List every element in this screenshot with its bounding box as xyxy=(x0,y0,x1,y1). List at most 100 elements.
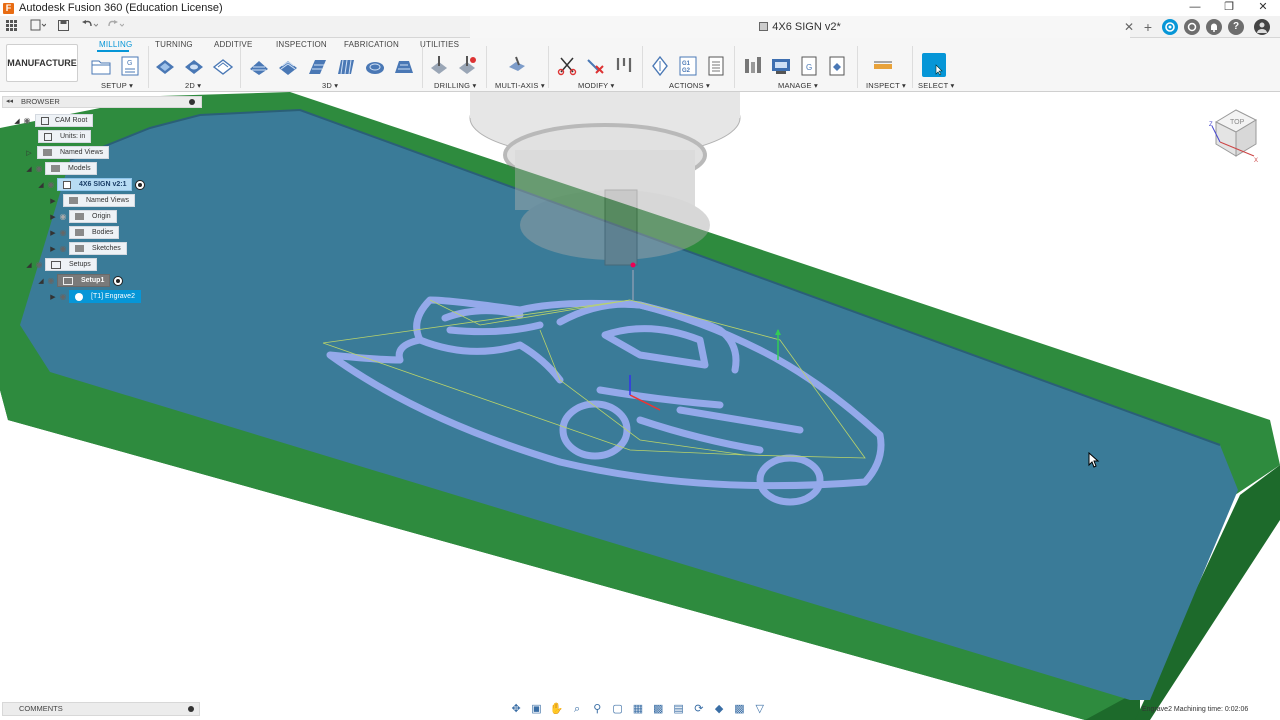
tree-node[interactable]: Origin xyxy=(69,210,117,223)
multi-axis-icon[interactable] xyxy=(506,55,528,77)
pan-hand-icon[interactable]: ✋ xyxy=(550,703,564,715)
3d-adaptive-icon[interactable] xyxy=(248,55,270,77)
tree-node[interactable]: CAM Root xyxy=(35,114,94,127)
zoom-icon[interactable]: ⌕ xyxy=(570,703,584,715)
data-panel-icon[interactable] xyxy=(1162,19,1178,35)
expand-arrow-icon[interactable]: ▶ xyxy=(49,229,57,237)
scissors-icon[interactable] xyxy=(556,55,578,77)
tree-row-model[interactable]: ◢ ◉ 4X6 SIGN v2:1 xyxy=(37,178,146,191)
tree-node[interactable]: Models xyxy=(45,162,97,175)
tree-node[interactable]: 4X6 SIGN v2:1 xyxy=(57,178,133,191)
job-status-icon[interactable] xyxy=(1184,19,1200,35)
tree-row-cam-root[interactable]: ◢ ◉ CAM Root xyxy=(13,114,94,127)
visibility-eye-icon[interactable]: ◉ xyxy=(21,116,33,125)
visual-style-icon[interactable]: ◆ xyxy=(712,703,726,715)
display-settings-icon[interactable]: ▢ xyxy=(611,703,625,715)
group-actions[interactable]: ACTIONS ▾ xyxy=(669,81,710,90)
viewports-icon[interactable]: ▩ xyxy=(651,703,665,715)
tree-row-model-named-views[interactable]: ▶ Named Views xyxy=(49,194,136,207)
grid-settings-icon[interactable]: ▦ xyxy=(631,703,645,715)
group-modify[interactable]: MODIFY ▾ xyxy=(578,81,614,90)
tree-row-named-views[interactable]: ▷ Named Views xyxy=(25,146,110,159)
file-menu-icon[interactable] xyxy=(28,19,48,35)
group-multi-axis[interactable]: MULTI-AXIS ▾ xyxy=(495,81,545,90)
tab-milling[interactable]: MILLING xyxy=(99,40,132,49)
expand-arrow-icon[interactable]: ▶ xyxy=(49,245,57,253)
tree-row-setup1[interactable]: ◢ ◉ Setup1 xyxy=(37,274,124,287)
refresh-icon[interactable]: ⟳ xyxy=(692,703,706,715)
drill-icon[interactable] xyxy=(428,55,450,77)
visibility-eye-icon[interactable]: ◉ xyxy=(33,164,45,173)
visibility-eye-icon[interactable]: ◉ xyxy=(57,212,69,221)
tree-node[interactable]: Named Views xyxy=(37,146,110,159)
tree-row-sketches[interactable]: ▶ ◉ Sketches xyxy=(49,242,127,255)
visibility-eye-icon[interactable]: ◉ xyxy=(57,244,69,253)
new-tab-button[interactable]: + xyxy=(1140,19,1156,35)
post-library-icon[interactable] xyxy=(826,55,848,77)
group-select[interactable]: SELECT ▾ xyxy=(918,81,955,90)
browser-header[interactable]: ◂◂ BROWSER xyxy=(2,96,202,108)
fit-icon[interactable]: ⚲ xyxy=(590,703,604,715)
save-icon[interactable] xyxy=(56,19,70,35)
collapse-arrow-icon[interactable]: ◢ xyxy=(25,165,33,173)
minimize-button[interactable]: — xyxy=(1178,0,1212,16)
group-3d[interactable]: 3D ▾ xyxy=(322,81,338,90)
machine-library-icon[interactable] xyxy=(770,55,792,77)
tree-node[interactable]: Units: in xyxy=(38,130,92,143)
visibility-eye-icon[interactable]: ◉ xyxy=(57,292,69,301)
group-2d[interactable]: 2D ▾ xyxy=(185,81,201,90)
tool-library-icon[interactable] xyxy=(613,55,635,77)
filter-icon[interactable]: ▽ xyxy=(753,703,767,715)
user-avatar[interactable] xyxy=(1254,19,1270,35)
visibility-eye-icon[interactable]: ◉ xyxy=(57,228,69,237)
scallop-icon[interactable] xyxy=(364,55,386,77)
tab-utilities[interactable]: UTILITIES xyxy=(420,40,459,49)
post-process-icon[interactable]: G1 G2 xyxy=(677,55,699,77)
tab-turning[interactable]: TURNING xyxy=(155,40,193,49)
tree-row-units[interactable]: Units: in xyxy=(38,130,92,143)
orbit-icon[interactable]: ✥ xyxy=(509,703,523,715)
setup-sheet-icon[interactable] xyxy=(705,55,727,77)
activate-radio-icon[interactable] xyxy=(113,275,124,286)
visibility-eye-icon[interactable]: ◉ xyxy=(45,276,57,285)
tree-node[interactable]: Sketches xyxy=(69,242,127,255)
collapse-arrow-icon[interactable]: ◢ xyxy=(13,117,21,125)
select-cursor-icon[interactable] xyxy=(922,53,946,77)
group-drilling[interactable]: DRILLING ▾ xyxy=(434,81,476,90)
viewcube[interactable]: TOP Z X xyxy=(1208,104,1260,164)
tree-row-origin[interactable]: ▶ ◉ Origin xyxy=(49,210,117,223)
pin-icon[interactable] xyxy=(189,99,195,105)
tree-node[interactable]: Setup1 xyxy=(57,274,111,287)
help-icon[interactable]: ? xyxy=(1228,19,1244,35)
3d-pocket-icon[interactable] xyxy=(277,55,299,77)
group-manage[interactable]: MANAGE ▾ xyxy=(778,81,818,90)
tree-row-models[interactable]: ◢ ◉ Models xyxy=(25,162,97,175)
collapse-arrow-icon[interactable]: ◢ xyxy=(37,181,45,189)
tree-row-bodies[interactable]: ▶ ◉ Bodies xyxy=(49,226,120,239)
close-button[interactable]: ✕ xyxy=(1246,0,1280,16)
2d-pocket-icon[interactable] xyxy=(183,55,205,77)
document-tab[interactable]: 4X6 SIGN v2* xyxy=(470,16,1130,38)
face-icon[interactable] xyxy=(212,55,234,77)
redo-icon[interactable] xyxy=(104,19,126,35)
tree-node[interactable]: Setups xyxy=(45,258,97,271)
tree-row-engrave[interactable]: ▶ ◉ [T1] Engrave2 xyxy=(49,290,141,303)
hole-recognition-icon[interactable] xyxy=(456,55,478,77)
pin-icon[interactable] xyxy=(188,706,194,712)
expand-arrow-icon[interactable]: ▶ xyxy=(49,213,57,221)
template-library-icon[interactable]: G xyxy=(798,55,820,77)
2d-adaptive-icon[interactable] xyxy=(154,55,176,77)
comments-panel[interactable]: COMMENTS xyxy=(2,702,200,716)
parallel-icon[interactable] xyxy=(335,55,357,77)
undo-icon[interactable] xyxy=(78,19,100,35)
tool-library-manage-icon[interactable] xyxy=(742,55,764,77)
tab-additive[interactable]: ADDITIVE xyxy=(214,40,253,49)
collapse-panel-icon[interactable]: ◂◂ xyxy=(6,97,13,107)
environment-icon[interactable]: ▩ xyxy=(732,703,746,715)
collapse-arrow-icon[interactable]: ◢ xyxy=(25,261,33,269)
grid-menu-icon[interactable] xyxy=(4,19,18,35)
delete-icon[interactable] xyxy=(585,55,607,77)
contour-icon[interactable] xyxy=(393,55,415,77)
tree-node[interactable]: Bodies xyxy=(69,226,120,239)
steep-and-shallow-icon[interactable] xyxy=(306,55,328,77)
